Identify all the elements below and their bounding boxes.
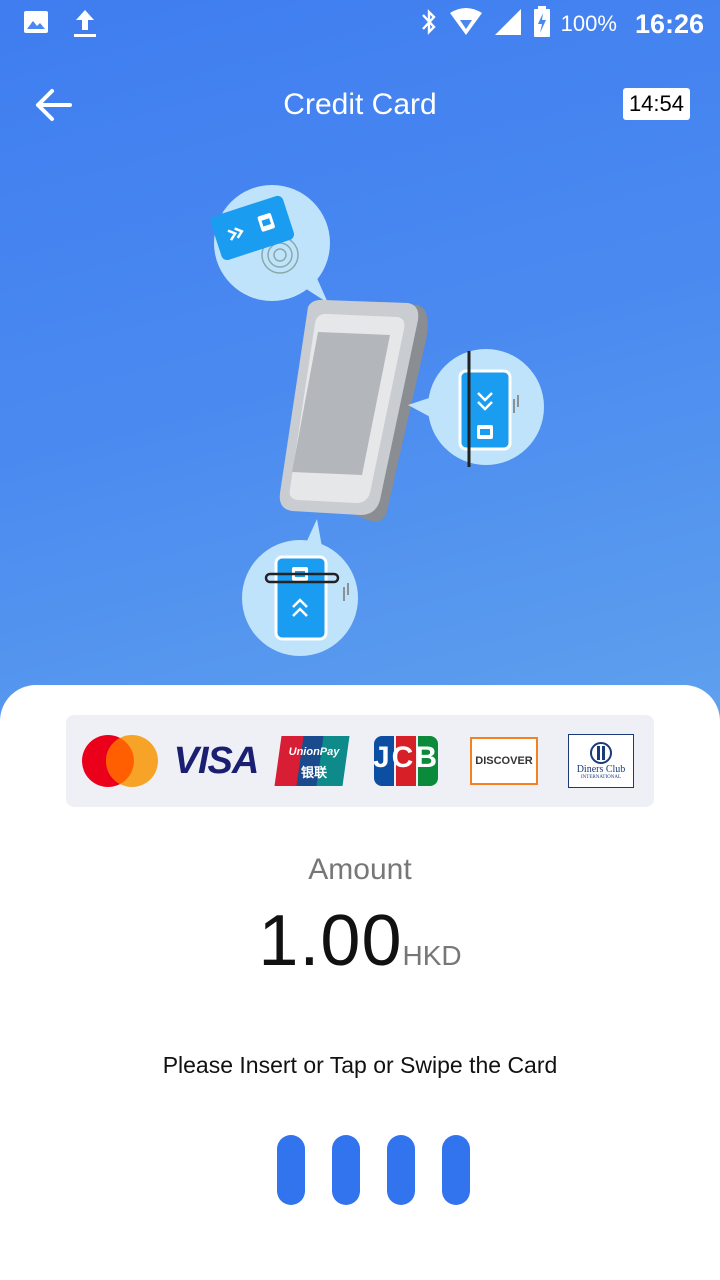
amount-display: 1.00HKD [0,900,720,982]
loading-bar [387,1135,415,1205]
signal-icon [493,7,523,42]
card-brand-logos: VISA UnionPay 银联 JCB DISCOVER Diners Clu… [66,715,654,807]
loading-bar [442,1135,470,1205]
mastercard-logo [80,715,160,807]
payment-panel: VISA UnionPay 银联 JCB DISCOVER Diners Clu… [0,685,720,1280]
status-bar: 100% 16:26 [0,0,720,48]
clock: 16:26 [634,8,704,39]
discover-logo: DISCOVER [464,715,544,807]
wifi-icon [449,7,483,42]
page-title: Credit Card [283,88,437,121]
loading-bar [277,1135,305,1205]
amount-value: 1.00 [258,901,403,981]
battery-percent: 100% [560,11,617,36]
image-icon [22,8,50,45]
tap-card-bubble [210,185,330,303]
upload-icon [72,8,98,45]
diners-club-logo: Diners Club INTERNATIONAL [566,715,636,807]
battery-charging-icon [533,5,551,43]
card-reader-illustration [210,185,544,656]
instruction-text: Please Insert or Tap or Swipe the Card [162,1052,558,1078]
header-background: 100% 16:26 Credit Card 14:54 [0,0,720,720]
currency-code: HKD [402,940,462,971]
amount-label: Amount [308,853,412,886]
loading-indicator [277,1135,470,1205]
countdown-timer: 14:54 [622,88,690,120]
swipe-card-bubble [408,349,544,467]
app-bar: Credit Card 14:54 [0,60,720,150]
visa-logo: VISA [173,739,260,782]
bluetooth-icon [419,7,439,42]
insert-card-bubble [242,519,358,656]
jcb-logo: JCB [368,715,444,807]
loading-bar [332,1135,360,1205]
unionpay-logo: UnionPay 银联 [274,715,350,807]
pos-terminal [279,299,428,522]
